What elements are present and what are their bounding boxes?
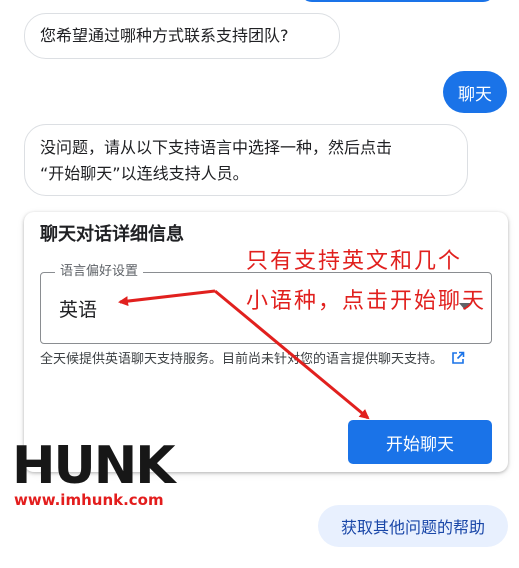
previous-user-bubble bbox=[300, 0, 495, 2]
language-select-value: 英语 bbox=[59, 299, 98, 321]
language-select-label: 语言偏好设置 bbox=[55, 264, 144, 280]
hunk-logo: HUNK bbox=[12, 436, 176, 496]
bot-message-question: 您希望通过哪种方式联系支持团队? bbox=[24, 13, 340, 59]
bot-reply-line2: “开始聊天”以连线支持人员。 bbox=[40, 164, 249, 183]
start-chat-button[interactable]: 开始聊天 bbox=[348, 420, 492, 464]
get-other-help-chip[interactable]: 获取其他问题的帮助 bbox=[318, 505, 508, 547]
user-message-chat: 聊天 bbox=[443, 71, 507, 113]
annotation-line2: 小语种，点击开始聊天 bbox=[246, 289, 487, 314]
bot-question-text: 您希望通过哪种方式联系支持团队? bbox=[40, 26, 289, 45]
annotation-line1: 只有支持英文和几个 bbox=[246, 249, 463, 274]
card-title: 聊天对话详细信息 bbox=[40, 224, 184, 245]
external-link-icon[interactable] bbox=[451, 351, 465, 372]
bot-reply-line1: 没问题，请从以下支持语言中选择一种，然后点击 bbox=[40, 138, 393, 157]
availability-note: 全天候提供英语聊天支持服务。目前尚未针对您的语言提供聊天支持。 bbox=[40, 350, 495, 372]
watermark-url: www.imhunk.com bbox=[14, 491, 164, 509]
bot-message-instructions: 没问题，请从以下支持语言中选择一种，然后点击 “开始聊天”以连线支持人员。 bbox=[24, 124, 468, 196]
user-reply-text: 聊天 bbox=[458, 84, 492, 105]
availability-note-text: 全天候提供英语聊天支持服务。目前尚未针对您的语言提供聊天支持。 bbox=[40, 352, 444, 367]
